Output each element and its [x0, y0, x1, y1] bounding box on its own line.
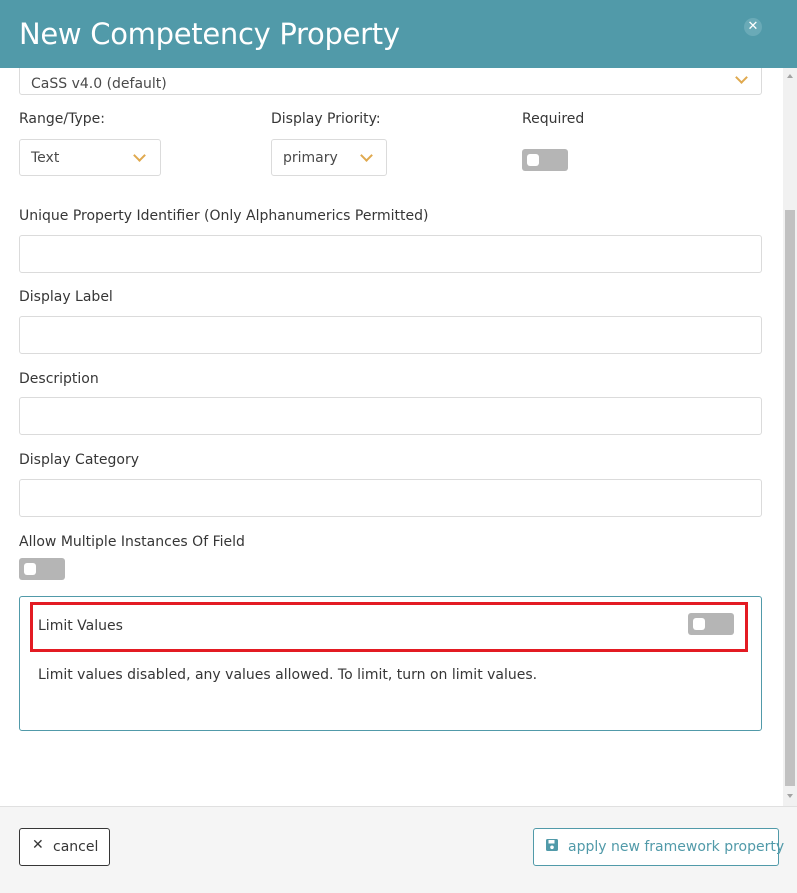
description-label: Description [19, 371, 99, 387]
modal-header: New Competency Property ✕ [0, 0, 797, 68]
close-icon: ✕ [32, 837, 44, 853]
modal-body: CaSS v4.0 (default) Range/Type: Text Dis… [0, 68, 783, 806]
chevron-down-icon [133, 149, 146, 162]
scroll-up-icon[interactable] [787, 74, 793, 78]
cancel-button[interactable]: ✕ cancel [19, 828, 110, 866]
chevron-down-icon [360, 149, 373, 162]
display-label-label: Display Label [19, 289, 113, 305]
display-category-label: Display Category [19, 452, 140, 468]
limit-values-toggle[interactable] [688, 613, 734, 635]
range-type-label: Range/Type: [19, 111, 105, 127]
scrollbar[interactable] [783, 68, 797, 806]
cancel-button-label: cancel [53, 839, 99, 855]
toggle-knob [24, 563, 36, 575]
range-type-select[interactable]: Text [19, 139, 161, 176]
modal-title: New Competency Property [19, 17, 400, 51]
modal-footer: ✕ cancel apply new framework property [0, 806, 797, 893]
toggle-knob [527, 154, 539, 166]
close-icon[interactable]: ✕ [744, 18, 762, 36]
schema-select-value: CaSS v4.0 (default) [31, 76, 167, 92]
allow-multiple-label: Allow Multiple Instances Of Field [19, 534, 245, 550]
display-label-input[interactable] [19, 316, 762, 354]
schema-select[interactable]: CaSS v4.0 (default) [19, 68, 762, 95]
unique-id-label: Unique Property Identifier (Only Alphanu… [19, 208, 429, 224]
apply-button-label: apply new framework property [568, 839, 785, 855]
allow-multiple-toggle[interactable] [19, 558, 65, 580]
range-type-value: Text [31, 150, 60, 166]
scrollbar-thumb[interactable] [785, 210, 795, 786]
chevron-down-icon [735, 71, 748, 84]
required-label: Required [522, 111, 585, 127]
display-priority-label: Display Priority: [271, 111, 381, 127]
scroll-down-icon[interactable] [787, 794, 793, 798]
apply-button[interactable]: apply new framework property [533, 828, 784, 866]
toggle-knob [693, 618, 705, 630]
display-priority-value: primary [283, 150, 338, 166]
required-toggle[interactable] [522, 149, 568, 171]
display-category-input[interactable] [19, 479, 762, 517]
limit-values-message: Limit values disabled, any values allowe… [38, 667, 538, 683]
save-icon [545, 838, 559, 856]
description-input[interactable] [19, 397, 762, 435]
unique-id-input[interactable] [19, 235, 762, 273]
display-priority-select[interactable]: primary [271, 139, 387, 176]
limit-values-highlight [30, 602, 748, 652]
limit-values-label: Limit Values [38, 618, 123, 634]
